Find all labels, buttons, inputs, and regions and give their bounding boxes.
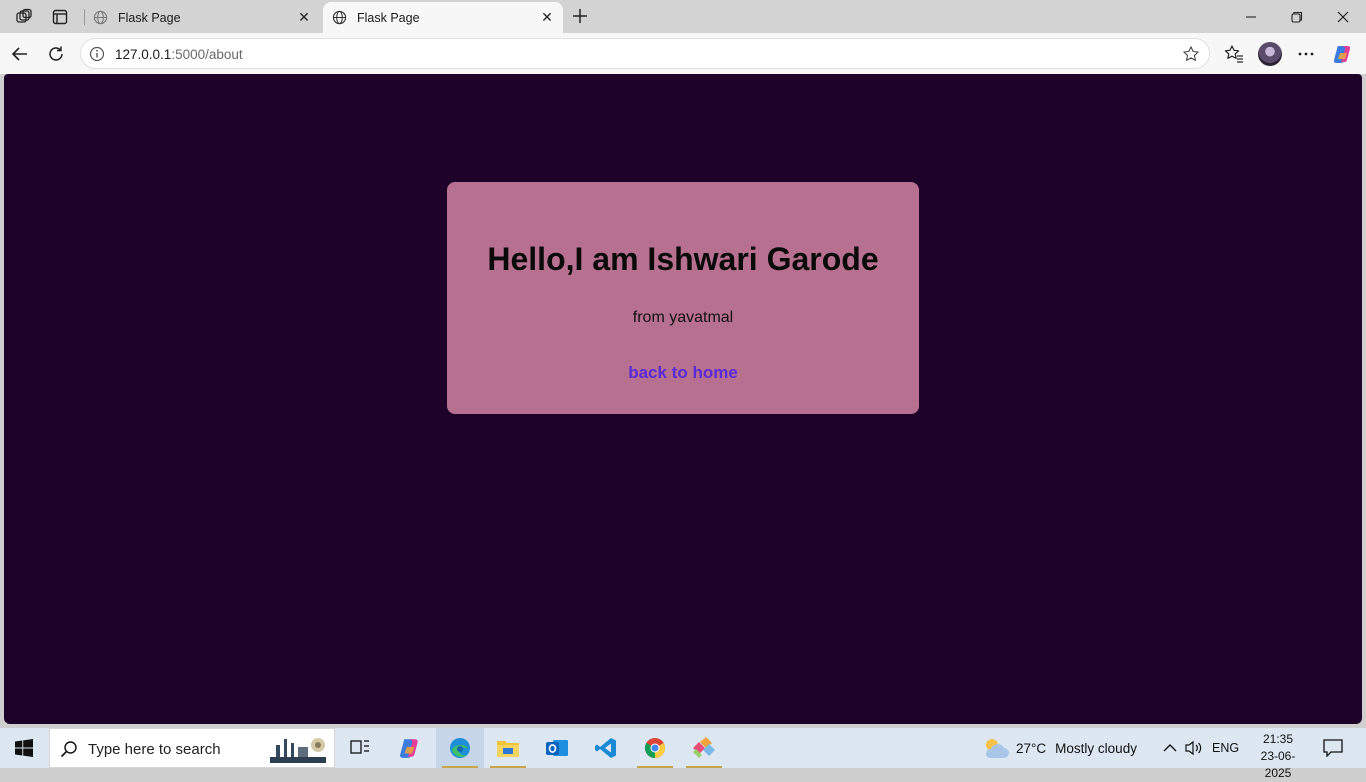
address-bar[interactable]: 127.0.0.1:5000/about — [80, 38, 1210, 69]
favorites-icon[interactable] — [1221, 41, 1247, 67]
clock-date: 23-06-2025 — [1260, 749, 1296, 780]
search-highlight-illustration-icon — [270, 738, 326, 763]
search-placeholder: Type here to search — [88, 741, 221, 758]
edge-taskbar-icon[interactable] — [436, 728, 484, 768]
globe-icon — [92, 10, 108, 26]
system-clock[interactable]: 21:35 23-06-2025 — [1248, 731, 1308, 782]
copilot-taskbar-icon[interactable] — [386, 728, 434, 768]
tab-close-icon[interactable]: ✕ — [537, 8, 557, 28]
profile-avatar[interactable] — [1258, 42, 1282, 66]
close-window-icon[interactable] — [1320, 0, 1366, 33]
weather-widget[interactable]: 27°C Mostly cloudy — [982, 728, 1137, 768]
more-options-icon[interactable] — [1293, 41, 1319, 67]
vscode-icon[interactable] — [582, 728, 630, 768]
chrome-icon[interactable] — [631, 728, 679, 768]
windows-start-icon[interactable] — [0, 728, 48, 768]
tab-close-icon[interactable]: ✕ — [294, 8, 314, 28]
location-text: from yavatmal — [632, 309, 734, 326]
back-to-home-link[interactable]: back to home — [447, 363, 919, 383]
globe-icon — [331, 10, 347, 26]
refresh-icon[interactable] — [43, 41, 69, 67]
tab-flask-page-2[interactable]: Flask Page ✕ — [323, 2, 563, 33]
restore-icon[interactable] — [1274, 0, 1320, 33]
git-icon[interactable] — [680, 728, 728, 768]
weather-temperature: 27°C — [1016, 740, 1047, 756]
new-tab-icon[interactable] — [569, 5, 591, 27]
taskbar-search-box[interactable]: Type here to search — [49, 728, 335, 768]
language-indicator[interactable]: ENG — [1212, 728, 1239, 768]
about-card: Hello,I am Ishwari Garode from yavatmal … — [447, 182, 919, 414]
workspaces-icon[interactable] — [12, 5, 36, 29]
clock-time: 21:35 — [1262, 732, 1294, 746]
show-hidden-icons-icon[interactable] — [1162, 728, 1178, 768]
tab-title: Flask Page — [118, 10, 181, 25]
page-viewport: Hello,I am Ishwari Garode from yavatmal … — [4, 74, 1362, 724]
windows-taskbar: Type here to search 27°C Mostly cloudy E… — [0, 728, 1366, 780]
browser-toolbar: 127.0.0.1:5000/about — [0, 33, 1366, 74]
search-icon — [60, 741, 77, 758]
site-info-icon[interactable] — [89, 46, 105, 62]
minimize-icon[interactable] — [1228, 0, 1274, 33]
outlook-icon[interactable] — [533, 728, 581, 768]
tab-title: Flask Page — [357, 10, 420, 25]
tab-actions-icon[interactable] — [48, 5, 72, 29]
cloudy-weather-icon — [985, 739, 1009, 758]
volume-icon[interactable] — [1185, 728, 1203, 768]
url-text[interactable]: 127.0.0.1:5000/about — [115, 47, 243, 62]
back-arrow-icon[interactable] — [7, 41, 33, 67]
notification-center-icon[interactable] — [1320, 736, 1346, 760]
favorite-star-icon[interactable] — [1182, 45, 1200, 63]
file-explorer-icon[interactable] — [484, 728, 532, 768]
copilot-icon[interactable] — [1330, 41, 1356, 67]
page-heading: Hello,I am Ishwari Garode — [487, 241, 879, 277]
task-view-icon[interactable] — [336, 728, 384, 768]
browser-tab-bar: Flask Page ✕ Flask Page ✕ — [0, 0, 1366, 33]
weather-condition: Mostly cloudy — [1055, 740, 1137, 756]
tab-flask-page-1[interactable]: Flask Page ✕ — [84, 2, 320, 33]
